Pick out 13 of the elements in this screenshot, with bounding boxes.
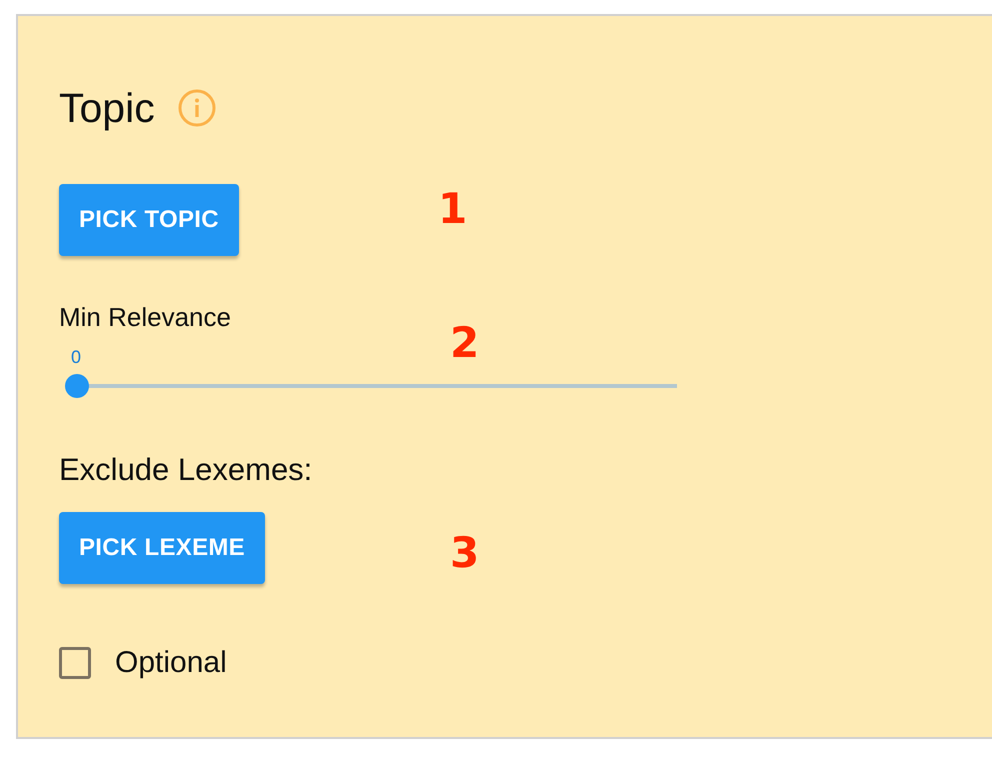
- exclude-lexemes-label: Exclude Lexemes:: [59, 452, 314, 488]
- panel-title: Topic: [59, 84, 155, 132]
- checkbox-label: Optional: [115, 646, 227, 680]
- slider-value: 0: [71, 347, 82, 368]
- info-icon[interactable]: [176, 88, 217, 128]
- annotation-number: 3: [450, 528, 480, 577]
- optional-checkbox[interactable]: [59, 647, 91, 679]
- pick-topic-button[interactable]: PICK TOPIC: [59, 184, 239, 256]
- slider-label: Min Relevance: [59, 302, 232, 333]
- pick-lexeme-button[interactable]: PICK LEXEME: [59, 512, 265, 584]
- annotation-number: 2: [450, 318, 480, 367]
- annotation-number: 1: [438, 184, 468, 233]
- slider-thumb[interactable]: [65, 374, 89, 398]
